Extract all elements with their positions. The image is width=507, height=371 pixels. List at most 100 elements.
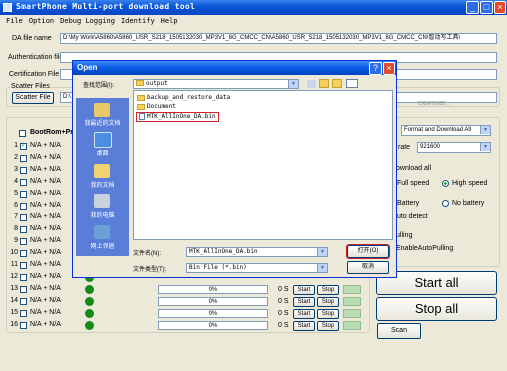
port-stop-button[interactable]: Stop bbox=[317, 308, 339, 319]
lookin-select[interactable]: output ▼ bbox=[133, 79, 299, 89]
port-checkbox[interactable] bbox=[20, 190, 27, 198]
full-speed-radio[interactable]: Full speed bbox=[397, 180, 429, 187]
port-start-button[interactable]: Start bbox=[293, 308, 315, 319]
port-checkbox[interactable] bbox=[20, 226, 27, 234]
port-checkbox[interactable] bbox=[20, 273, 27, 281]
menu-help[interactable]: Help bbox=[161, 15, 178, 27]
port-number: 4 bbox=[14, 177, 18, 185]
port-checkbox[interactable]: ✓ bbox=[20, 143, 27, 150]
port-status-box bbox=[343, 284, 361, 294]
port-number: 10 bbox=[10, 249, 18, 257]
up-folder-icon[interactable] bbox=[319, 79, 329, 88]
new-folder-icon[interactable] bbox=[332, 79, 342, 88]
place-my-computer[interactable]: 我的电脑 bbox=[76, 210, 129, 219]
port-start-button[interactable]: Start bbox=[293, 284, 315, 295]
port-label: N/A + N/A bbox=[30, 165, 61, 173]
port-number: 2 bbox=[14, 153, 18, 161]
status-indicator bbox=[85, 296, 94, 306]
window-title: SmartPhone Multi-port download tool bbox=[16, 2, 196, 11]
chevron-down-icon[interactable]: ▼ bbox=[288, 80, 298, 88]
port-number: 3 bbox=[14, 165, 18, 173]
chevron-down-icon[interactable]: ▼ bbox=[480, 143, 490, 151]
port-checkbox[interactable] bbox=[20, 166, 27, 174]
open-button[interactable]: 打开(O) bbox=[346, 244, 390, 259]
port-checkbox[interactable] bbox=[20, 285, 27, 293]
view-menu-icon[interactable] bbox=[346, 79, 358, 88]
list-item[interactable]: backup_and_restore_data bbox=[137, 94, 230, 102]
port-label: N/A + N/A bbox=[30, 320, 61, 328]
scatter-file-button[interactable]: Scatter File bbox=[12, 92, 54, 104]
port-checkbox[interactable] bbox=[20, 202, 27, 210]
port-checkbox[interactable] bbox=[20, 297, 27, 305]
header-checkbox[interactable] bbox=[19, 130, 26, 137]
minimize-button[interactable]: _ bbox=[466, 1, 479, 14]
list-item[interactable]: Document bbox=[137, 103, 176, 111]
cancel-button[interactable]: 取消 bbox=[347, 261, 389, 274]
port-checkbox[interactable] bbox=[20, 262, 27, 269]
elapsed-time: 0 S bbox=[278, 297, 289, 305]
folder-icon bbox=[137, 94, 145, 101]
filename-input[interactable]: MTK_AllInOne_DA.bin ▼ bbox=[186, 247, 328, 257]
menu-file[interactable]: File bbox=[6, 15, 23, 27]
no-battery-radio-dot[interactable] bbox=[442, 200, 449, 207]
port-stop-button[interactable]: Stop bbox=[317, 320, 339, 331]
place-network[interactable]: 网上邻居 bbox=[76, 241, 129, 250]
chevron-down-icon[interactable]: ▼ bbox=[480, 126, 490, 134]
scatter-group-label: Scatter Files bbox=[10, 83, 51, 90]
port-start-button[interactable]: Start bbox=[293, 296, 315, 307]
port-checkbox[interactable] bbox=[20, 309, 27, 317]
port-label: N/A + N/A bbox=[30, 225, 61, 233]
place-my-documents[interactable]: 我的文档 bbox=[76, 180, 129, 189]
back-icon[interactable] bbox=[307, 80, 316, 88]
port-label: N/A + N/A bbox=[30, 296, 61, 304]
auto-pulling-checkbox[interactable]: EnableAutoPulling bbox=[396, 245, 453, 252]
place-recent[interactable]: 我最近的文档 bbox=[76, 118, 129, 127]
port-number: 5 bbox=[14, 189, 18, 197]
port-checkbox[interactable] bbox=[20, 321, 27, 329]
port-checkbox[interactable] bbox=[20, 238, 27, 246]
scan-button[interactable]: Scan bbox=[377, 323, 421, 339]
lookin-label: 查找范围(I): bbox=[83, 83, 115, 89]
chevron-down-icon[interactable]: ▼ bbox=[317, 248, 327, 256]
port-number: 1 bbox=[14, 142, 18, 149]
port-checkbox[interactable] bbox=[20, 214, 27, 222]
status-indicator bbox=[85, 308, 94, 318]
status-indicator bbox=[85, 284, 94, 294]
list-item-selected[interactable]: MTK_AllInOne_DA.bin bbox=[136, 112, 219, 122]
file-list: backup_and_restore_data Document MTK_All… bbox=[133, 90, 393, 240]
menu-option[interactable]: Option bbox=[29, 15, 54, 27]
help-button[interactable]: ? bbox=[369, 62, 382, 75]
menu-identify[interactable]: Identify bbox=[121, 15, 155, 27]
port-stop-button[interactable]: Stop bbox=[317, 284, 339, 295]
progress-bar: 0% bbox=[158, 308, 268, 318]
no-battery-radio[interactable]: No battery bbox=[452, 200, 484, 207]
battery-radio[interactable]: Battery bbox=[397, 200, 419, 207]
high-speed-radio[interactable]: High speed bbox=[452, 180, 487, 187]
progress-bar: 0% bbox=[158, 296, 268, 306]
mode-select[interactable]: Format and Download All ▼ bbox=[401, 125, 491, 136]
stop-all-button[interactable]: Stop all bbox=[376, 297, 497, 321]
filetype-select[interactable]: Bin File (*.bin) ▼ bbox=[186, 263, 328, 273]
close-button[interactable]: × bbox=[494, 1, 506, 14]
elapsed-time: 0 S bbox=[278, 285, 289, 293]
place-desktop[interactable]: 桌面 bbox=[76, 148, 129, 157]
high-speed-radio-dot[interactable] bbox=[442, 180, 449, 187]
dialog-close-button[interactable]: × bbox=[383, 62, 395, 75]
baud-select[interactable]: 921600 ▼ bbox=[417, 142, 491, 153]
port-stop-button[interactable]: Stop bbox=[317, 296, 339, 307]
chevron-down-icon[interactable]: ▼ bbox=[317, 264, 327, 272]
maximize-button[interactable]: □ bbox=[480, 1, 493, 14]
port-label: N/A + N/A bbox=[30, 142, 61, 149]
open-dialog: Open ? × 查找范围(I): output ▼ 我最近的文档 桌面 我的文… bbox=[72, 60, 397, 278]
cert-file-label: Certification File bbox=[9, 71, 60, 78]
port-label: N/A + N/A bbox=[30, 272, 61, 280]
auto-detect-radio[interactable]: uto detect bbox=[397, 213, 428, 220]
port-checkbox[interactable] bbox=[20, 178, 27, 186]
port-label: N/A + N/A bbox=[30, 308, 61, 316]
menu-debug-logging[interactable]: Debug Logging bbox=[60, 15, 115, 27]
port-checkbox[interactable] bbox=[20, 250, 27, 258]
port-start-button[interactable]: Start bbox=[293, 320, 315, 331]
scatter-tail-text: CN\MT6582... bbox=[418, 101, 450, 107]
port-checkbox[interactable] bbox=[20, 154, 27, 162]
da-file-field[interactable]: D:\My Work\A5860\A5860_USR_S218_15051320… bbox=[60, 33, 497, 44]
